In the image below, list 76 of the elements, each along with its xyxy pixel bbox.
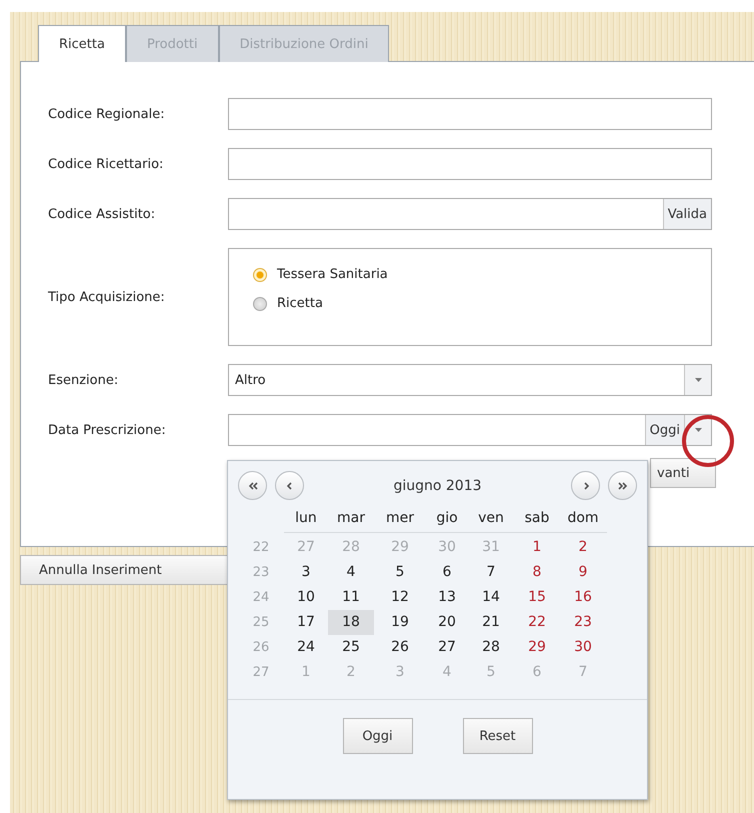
weekday-label: sab <box>524 510 550 526</box>
calendar-day[interactable]: 18 <box>328 610 374 635</box>
chevron-right-icon <box>582 482 590 490</box>
calendar-day[interactable]: 29 <box>514 635 560 660</box>
field-label: Tipo Acquisizione: <box>48 290 166 304</box>
radio-label[interactable]: Ricetta <box>277 296 323 311</box>
calendar-day[interactable]: 25 <box>328 635 374 660</box>
calendar-day[interactable]: 28 <box>468 635 514 660</box>
next-month-button[interactable] <box>571 471 600 500</box>
calendar-day[interactable]: 19 <box>374 610 426 635</box>
calendar-day[interactable]: 2 <box>560 535 606 560</box>
calendar-day[interactable]: 21 <box>468 610 514 635</box>
calendar-day[interactable]: 4 <box>328 560 374 585</box>
calendar-day[interactable]: 14 <box>468 585 514 610</box>
today-button[interactable]: Oggi <box>644 415 684 445</box>
double-chevron-left-icon <box>248 482 258 490</box>
weekday-label: ven <box>477 510 505 526</box>
calendar-day[interactable]: 16 <box>560 585 606 610</box>
annotation-circle <box>680 413 736 469</box>
calendar-day[interactable]: 1 <box>514 535 560 560</box>
calendar-day[interactable]: 20 <box>426 610 468 635</box>
month-title: giugno 2013 <box>393 478 482 494</box>
calendar-day[interactable]: 27 <box>426 635 468 660</box>
previous-month-button[interactable] <box>275 471 304 500</box>
calendar-day[interactable]: 22 <box>514 610 560 635</box>
calendar-day[interactable]: 23 <box>560 610 606 635</box>
calendar-day[interactable]: 17 <box>284 610 328 635</box>
field-label: Codice Assistito: <box>48 206 156 222</box>
week-number: 24 <box>252 590 270 605</box>
chevron-left-icon <box>286 482 294 490</box>
calendar-day[interactable]: 15 <box>514 585 560 610</box>
calendar-day[interactable]: 5 <box>374 560 426 585</box>
field-label: Codice Ricettario: <box>48 156 164 172</box>
calendar-day[interactable]: 30 <box>560 635 606 660</box>
week-number: 23 <box>252 565 270 580</box>
calendar-day[interactable]: 10 <box>284 585 328 610</box>
radio-button[interactable] <box>253 268 267 282</box>
week-number: 22 <box>252 540 270 555</box>
calendar-button[interactable]: Reset <box>462 718 532 754</box>
dropdown-value: Altro <box>234 372 267 388</box>
field-label: Esenzione: <box>48 372 120 388</box>
date-field[interactable]: Oggi <box>228 414 712 446</box>
weekday-label: mar <box>336 510 366 526</box>
next-button[interactable]: vanti <box>650 458 716 488</box>
weekday-label: lun <box>294 510 318 526</box>
weekday-label: dom <box>566 510 600 526</box>
calendar-day[interactable]: 9 <box>560 560 606 585</box>
week-number: 25 <box>252 615 270 630</box>
field-label: Data Prescrizione: <box>48 422 167 438</box>
field-label: Codice Regionale: <box>48 106 166 122</box>
calendar-day[interactable]: 26 <box>374 635 426 660</box>
calendar-day[interactable]: 13 <box>426 585 468 610</box>
next-year-button[interactable] <box>608 471 637 500</box>
dropdown-field[interactable]: Altro <box>228 364 712 396</box>
weekday-label: gio <box>435 510 459 526</box>
text-field[interactable]: Valida <box>228 198 712 230</box>
calendar-day[interactable]: 7 <box>468 560 514 585</box>
week-number: 27 <box>252 665 270 680</box>
calendar-day[interactable]: 3 <box>284 560 328 585</box>
tab[interactable]: Ricetta <box>38 25 126 62</box>
calendar-day[interactable]: 24 <box>284 635 328 660</box>
cancel-button[interactable]: Annulla Inseriment <box>20 555 228 585</box>
radio-label[interactable]: Tessera Sanitaria <box>277 267 388 282</box>
calendar-day[interactable]: 8 <box>514 560 560 585</box>
weekday-label: mer <box>384 510 415 526</box>
calendar-button[interactable]: Oggi <box>342 718 412 754</box>
previous-year-button[interactable] <box>238 471 267 500</box>
radio-button[interactable] <box>253 296 267 310</box>
double-chevron-right-icon <box>618 482 628 490</box>
text-field[interactable] <box>228 148 712 180</box>
calendar-day[interactable]: 12 <box>374 585 426 610</box>
calendar-day[interactable]: 6 <box>426 560 468 585</box>
week-number: 26 <box>252 640 270 655</box>
text-field[interactable] <box>228 98 712 130</box>
validate-button[interactable]: Valida <box>662 199 711 229</box>
calendar-day[interactable]: 11 <box>328 585 374 610</box>
